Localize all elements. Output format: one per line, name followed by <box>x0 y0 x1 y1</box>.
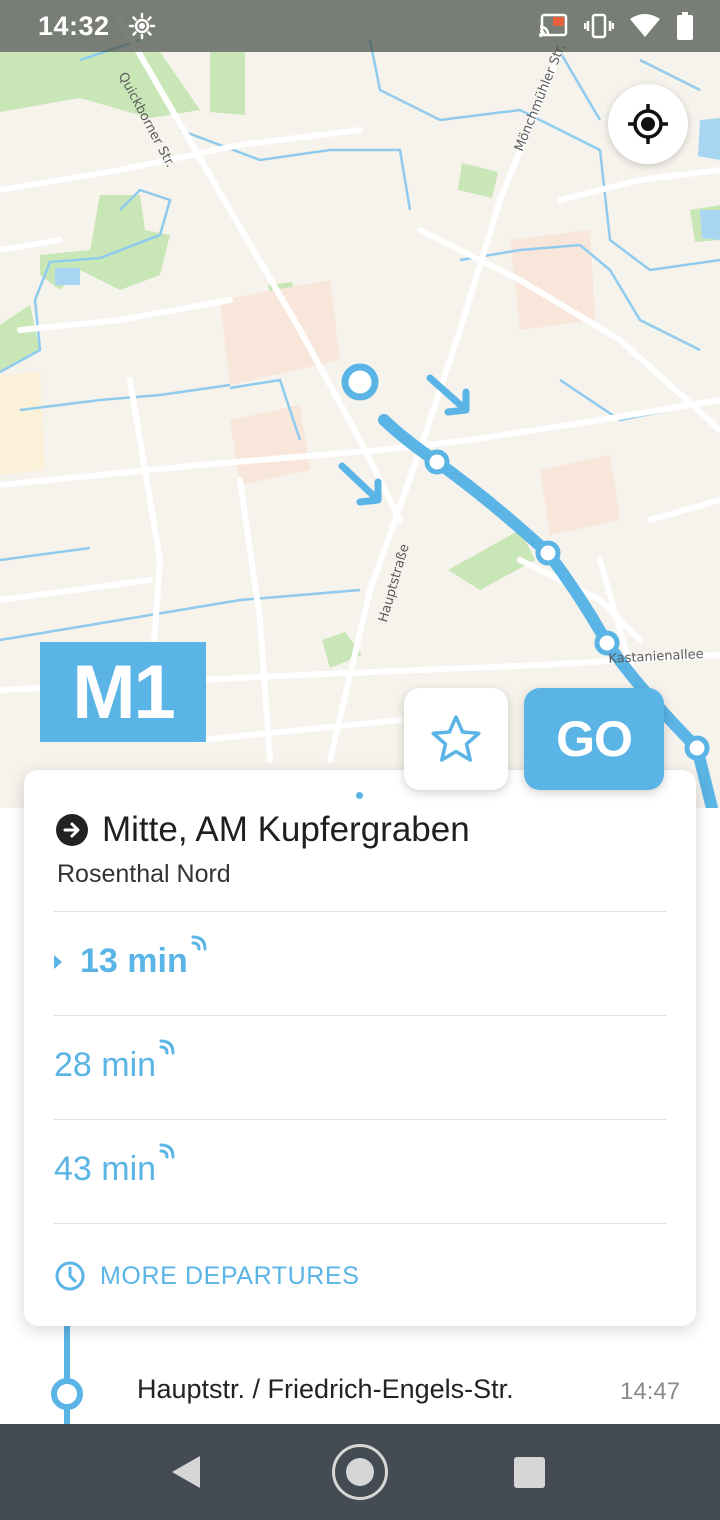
stop-name[interactable]: Hauptstr. / Friedrich-Engels-Str. <box>137 1374 514 1405</box>
stop-time: 14:47 <box>620 1378 681 1405</box>
departure-time: 13 min <box>80 942 188 980</box>
more-departures-label: MORE DEPARTURES <box>100 1261 360 1290</box>
destination-row: Mitte, AM Kupfergraben <box>56 810 470 850</box>
brightness-icon <box>128 12 155 40</box>
wifi-icon <box>630 14 660 37</box>
cast-icon <box>539 13 568 37</box>
departure-item[interactable]: 28 min <box>54 1039 176 1085</box>
realtime-icon <box>159 1143 175 1159</box>
drag-handle[interactable] <box>356 792 363 799</box>
stop-marker <box>51 1378 83 1410</box>
go-button[interactable]: GO <box>524 688 664 790</box>
route-line <box>64 1326 70 1426</box>
line-badge: M1 <box>40 642 206 742</box>
departure-item[interactable]: 13 min <box>54 935 208 981</box>
departure-time: 43 min <box>54 1150 157 1188</box>
recent-apps-icon[interactable] <box>514 1457 545 1488</box>
my-location-button[interactable] <box>608 84 688 164</box>
back-icon[interactable] <box>172 1456 200 1488</box>
origin-name: Rosenthal Nord <box>57 860 231 888</box>
battery-icon <box>677 12 693 40</box>
crosshair-icon <box>628 104 668 144</box>
realtime-icon <box>159 1039 175 1055</box>
status-bar: 14:32 <box>0 0 720 52</box>
realtime-icon <box>191 935 207 951</box>
star-icon <box>431 715 481 762</box>
departure-time: 28 min <box>54 1046 157 1084</box>
divider <box>54 1119 666 1120</box>
system-nav-bar <box>0 1424 720 1520</box>
departure-item[interactable]: 43 min <box>54 1143 176 1189</box>
destination-name: Mitte, AM Kupfergraben <box>102 810 470 849</box>
arrow-right-circle-icon <box>56 814 88 846</box>
favorite-button[interactable] <box>404 688 508 790</box>
status-time: 14:32 <box>38 10 110 41</box>
departure-card: Mitte, AM Kupfergraben Rosenthal Nord 13… <box>24 770 696 1326</box>
clock-icon <box>55 1261 85 1291</box>
caret-right-icon <box>54 955 62 969</box>
divider <box>54 1223 666 1224</box>
vibrate-icon <box>584 13 614 39</box>
more-departures-button[interactable]: MORE DEPARTURES <box>54 1260 360 1292</box>
divider <box>54 911 666 912</box>
divider <box>54 1015 666 1016</box>
home-icon[interactable] <box>332 1444 388 1500</box>
